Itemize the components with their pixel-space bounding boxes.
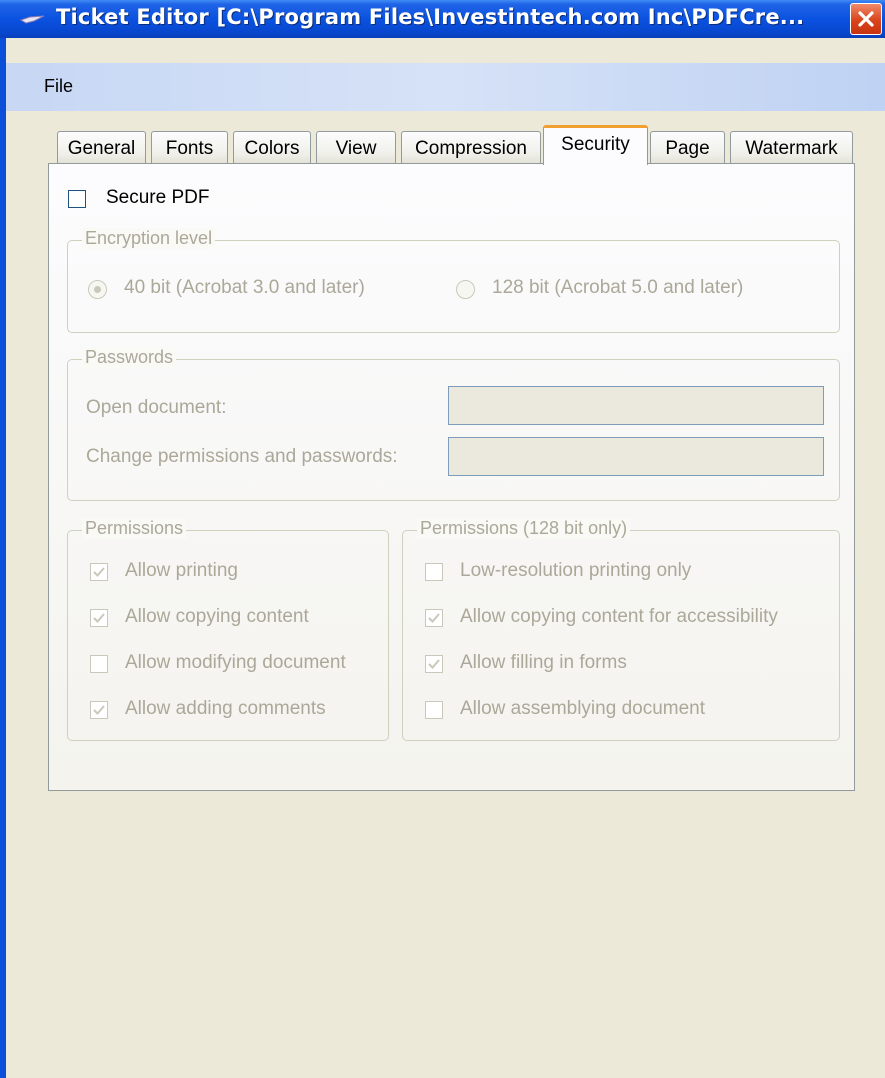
tab-security[interactable]: Security: [543, 125, 648, 165]
passwords-legend: Passwords: [82, 347, 177, 368]
secure-pdf-checkbox[interactable]: [68, 190, 86, 208]
close-icon: [858, 11, 874, 27]
tab-fonts[interactable]: Fonts: [151, 131, 228, 163]
allow-adding-comments-label: Allow adding comments: [125, 698, 326, 719]
allow-assemblying-document-checkbox[interactable]: [425, 701, 443, 719]
allow-copying-content-checkbox[interactable]: [90, 609, 108, 627]
low-resolution-printing-label: Low-resolution printing only: [460, 560, 692, 581]
security-tab-page: Secure PDF Encryption level 40 bit (Acro…: [48, 163, 855, 791]
allow-filling-forms-label: Allow filling in forms: [460, 652, 627, 673]
close-button[interactable]: [850, 3, 882, 35]
allow-printing-checkbox[interactable]: [90, 563, 108, 581]
allow-assemblying-document-label: Allow assemblying document: [460, 698, 706, 719]
checkmark-icon: [93, 567, 105, 577]
tab-compression[interactable]: Compression: [401, 131, 541, 163]
allow-copying-content-label: Allow copying content: [125, 606, 309, 627]
allow-copying-accessibility-label: Allow copying content for accessibility: [460, 606, 778, 627]
open-document-password-field[interactable]: [448, 386, 824, 425]
title-bar[interactable]: Ticket Editor [C:\Program Files\Investin…: [0, 0, 885, 38]
radio-128-bit[interactable]: [456, 280, 475, 299]
radio-selected-dot: [94, 286, 101, 293]
menu-bar: File: [6, 63, 885, 111]
checkmark-icon: [93, 613, 105, 623]
app-icon: [20, 15, 45, 24]
radio-128-bit-label: 128 bit (Acrobat 5.0 and later): [492, 277, 744, 298]
passwords-group: Passwords Open document: Change permissi…: [67, 347, 840, 501]
permissions-group: Permissions Allow printing Allow copying…: [67, 518, 389, 741]
allow-adding-comments-checkbox[interactable]: [90, 701, 108, 719]
checkmark-icon: [428, 613, 440, 623]
secure-pdf-label: Secure PDF: [106, 187, 210, 208]
allow-printing-label: Allow printing: [125, 560, 238, 581]
encryption-level-legend: Encryption level: [82, 228, 216, 249]
radio-40-bit[interactable]: [88, 280, 107, 299]
low-resolution-printing-checkbox[interactable]: [425, 563, 443, 581]
tab-view[interactable]: View: [316, 131, 396, 163]
permissions-legend: Permissions: [82, 518, 187, 539]
permissions-128-bit-group: Permissions (128 bit only) Low-resolutio…: [402, 518, 840, 741]
radio-40-bit-label: 40 bit (Acrobat 3.0 and later): [124, 277, 365, 298]
allow-filling-forms-checkbox[interactable]: [425, 655, 443, 673]
menu-file[interactable]: File: [44, 76, 73, 97]
allow-modifying-document-label: Allow modifying document: [125, 652, 346, 673]
change-permissions-password-field[interactable]: [448, 437, 824, 476]
change-permissions-label: Change permissions and passwords:: [86, 446, 398, 467]
allow-copying-accessibility-checkbox[interactable]: [425, 609, 443, 627]
open-document-label: Open document:: [86, 397, 227, 418]
tab-general[interactable]: General: [57, 131, 146, 163]
window-title: Ticket Editor [C:\Program Files\Investin…: [56, 5, 805, 29]
tab-page[interactable]: Page: [650, 131, 725, 163]
checkmark-icon: [428, 659, 440, 669]
allow-modifying-document-checkbox[interactable]: [90, 655, 108, 673]
tab-colors[interactable]: Colors: [233, 131, 311, 163]
tab-watermark[interactable]: Watermark: [730, 131, 853, 163]
checkmark-icon: [93, 705, 105, 715]
encryption-level-group: Encryption level 40 bit (Acrobat 3.0 and…: [67, 228, 840, 333]
permissions-128-bit-legend: Permissions (128 bit only): [417, 518, 631, 539]
